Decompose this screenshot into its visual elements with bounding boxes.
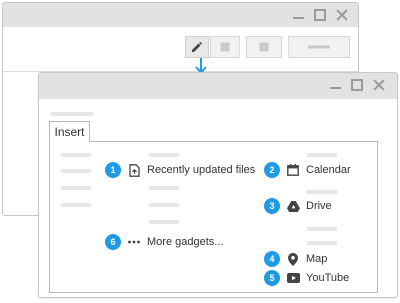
placeholder-line	[61, 203, 91, 207]
toolbar-button-3[interactable]	[288, 36, 350, 58]
placeholder-line	[307, 190, 337, 194]
tab-insert[interactable]: Insert	[49, 121, 90, 142]
gadget-label: YouTube	[306, 272, 350, 284]
number-badge: 3	[264, 198, 280, 214]
placeholder-line	[61, 169, 91, 173]
toolbar-button-2[interactable]	[246, 36, 282, 58]
placeholder-line	[61, 186, 91, 190]
placeholder-line	[61, 153, 91, 157]
gadget-label: Recently updated files	[147, 164, 256, 176]
gadget-label: Calendar	[306, 164, 351, 176]
file-upload-icon	[127, 163, 141, 177]
placeholder-line	[149, 220, 179, 224]
background-titlebar	[3, 3, 358, 27]
insert-window-titlebar	[39, 73, 397, 99]
pencil-icon	[192, 41, 203, 52]
number-badge: 4	[264, 251, 280, 267]
insert-window-controls	[330, 73, 385, 97]
placeholder-line	[307, 227, 337, 231]
drive-icon	[286, 199, 300, 213]
placeholder-line	[149, 186, 179, 190]
minimize-icon[interactable]	[293, 17, 304, 19]
map-pin-icon	[286, 252, 300, 266]
placeholder-line	[51, 112, 93, 116]
maximize-icon[interactable]	[314, 9, 326, 21]
number-badge: 1	[105, 162, 121, 178]
maximize-icon[interactable]	[351, 79, 363, 91]
square-icon	[259, 42, 269, 52]
number-badge: 5	[264, 270, 280, 286]
placeholder-line	[307, 153, 337, 157]
gadget-drive[interactable]: 3 Drive	[264, 198, 332, 214]
youtube-icon	[286, 271, 300, 285]
square-icon	[220, 42, 230, 52]
more-icon	[127, 235, 141, 249]
placeholder-line	[149, 153, 179, 157]
gadget-youtube[interactable]: 5 YouTube	[264, 270, 349, 286]
gadget-calendar[interactable]: 2 Calendar	[264, 162, 351, 178]
bar-icon	[308, 45, 330, 49]
calendar-icon	[286, 163, 300, 177]
placeholder-line	[149, 203, 179, 207]
gadget-map[interactable]: 4 Map	[264, 251, 327, 267]
number-badge: 6	[105, 234, 121, 250]
close-icon[interactable]	[373, 79, 385, 91]
gadget-recently-updated-files[interactable]: 1 Recently updated files	[105, 162, 255, 178]
number-badge: 2	[264, 162, 280, 178]
gadget-label: Map	[306, 253, 328, 265]
minimize-icon[interactable]	[330, 87, 341, 89]
toolbar-button-1[interactable]	[210, 36, 240, 58]
insert-window: Insert 1 Recently updated files 2 Calend…	[38, 72, 398, 298]
edit-pencil-button[interactable]	[185, 36, 209, 58]
background-window-controls	[293, 3, 348, 27]
placeholder-line	[307, 241, 337, 245]
gadget-label: Drive	[306, 200, 332, 212]
gadget-label: More gadgets...	[147, 236, 224, 248]
close-icon[interactable]	[336, 9, 348, 21]
gadget-more-gadgets[interactable]: 6 More gadgets...	[105, 234, 223, 250]
